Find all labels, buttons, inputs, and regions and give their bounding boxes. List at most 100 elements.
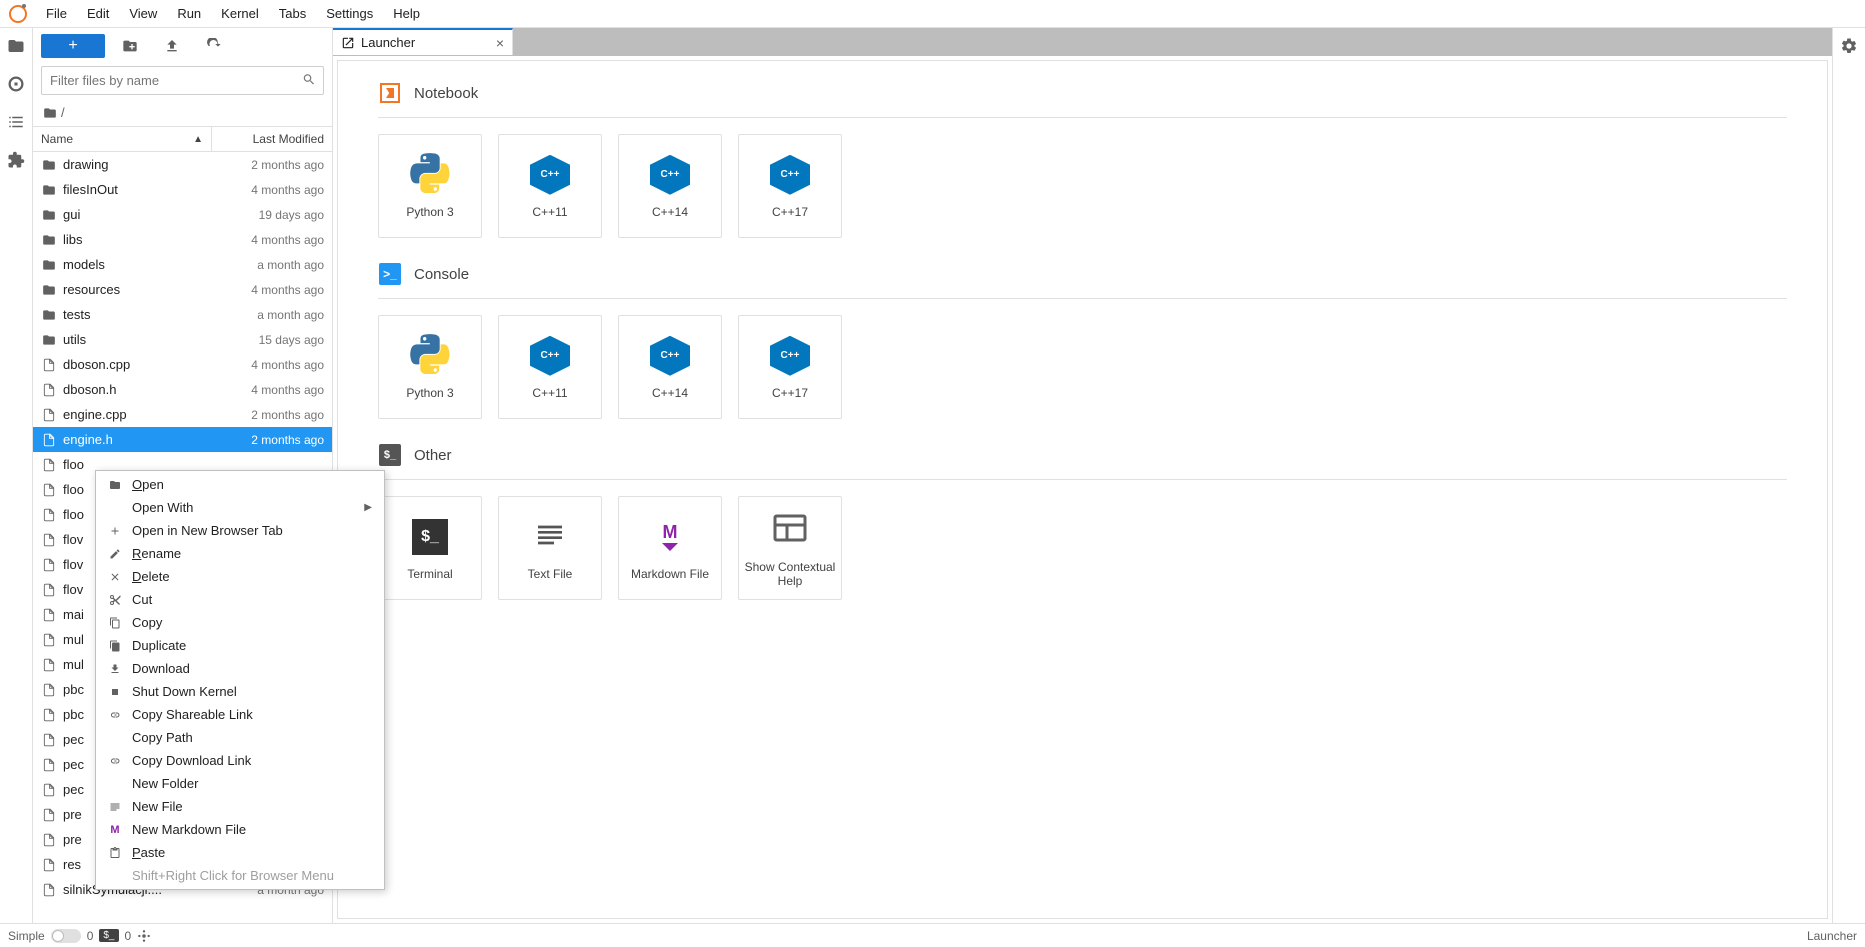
ctx-new-folder[interactable]: New Folder — [96, 772, 384, 795]
file-icon — [41, 782, 57, 798]
ctx-delete[interactable]: Delete — [96, 565, 384, 588]
file-row[interactable]: engine.cpp2 months ago — [33, 402, 332, 427]
launcher-card-python-3[interactable]: Python 3 — [378, 315, 482, 419]
kernel-icon[interactable] — [137, 929, 151, 943]
launcher-section-other: $_Other$_TerminalText FileMMarkdown File… — [378, 443, 1787, 600]
menu-settings[interactable]: Settings — [316, 2, 383, 25]
simple-label: Simple — [8, 929, 45, 943]
breadcrumb[interactable]: / — [33, 101, 332, 126]
menu-help[interactable]: Help — [383, 2, 430, 25]
launcher-card-python-3[interactable]: Python 3 — [378, 134, 482, 238]
folder-row[interactable]: modelsa month ago — [33, 252, 332, 277]
simple-toggle[interactable] — [51, 929, 81, 943]
ctx-duplicate[interactable]: Duplicate — [96, 634, 384, 657]
folder-row[interactable]: testsa month ago — [33, 302, 332, 327]
ctx-paste[interactable]: Paste — [96, 841, 384, 864]
new-folder-icon[interactable] — [121, 37, 139, 55]
running-icon[interactable] — [6, 74, 26, 94]
launcher-card-c-11[interactable]: C++C++11 — [498, 134, 602, 238]
new-launcher-button[interactable]: + — [41, 34, 105, 58]
ctx-label: Download — [132, 661, 190, 676]
ctx-copy-shareable-link[interactable]: Copy Shareable Link — [96, 703, 384, 726]
ctx-copy-path[interactable]: Copy Path — [96, 726, 384, 749]
menu-tabs[interactable]: Tabs — [269, 2, 316, 25]
ctx-new-markdown-file[interactable]: MNew Markdown File — [96, 818, 384, 841]
markdown-icon: M — [648, 515, 692, 559]
ctx-new-file[interactable]: New File — [96, 795, 384, 818]
launcher-card-show-contextual-help[interactable]: Show Contextual Help — [738, 496, 842, 600]
ctx-cut[interactable]: Cut — [96, 588, 384, 611]
folder-row[interactable]: filesInOut4 months ago — [33, 177, 332, 202]
launcher-card-c-17[interactable]: C++C++17 — [738, 315, 842, 419]
ctx-label: Open — [132, 477, 164, 492]
folder-icon[interactable] — [6, 36, 26, 56]
launcher-card-markdown-file[interactable]: M Markdown File — [618, 496, 722, 600]
card-label: Markdown File — [631, 567, 709, 581]
column-header-name[interactable]: Name▲ — [33, 127, 212, 151]
file-name: drawing — [63, 157, 224, 172]
terminal-count: 0 — [87, 929, 94, 943]
context-menu: Open Open With▶Open in New Browser TabRen… — [95, 470, 385, 890]
ctx-download[interactable]: Download — [96, 657, 384, 680]
ctx-copy[interactable]: Copy — [96, 611, 384, 634]
column-header-modified[interactable]: Last Modified — [212, 127, 332, 151]
upload-icon[interactable] — [163, 37, 181, 55]
file-name: gui — [63, 207, 224, 222]
file-row[interactable]: dboson.cpp4 months ago — [33, 352, 332, 377]
extensions-icon[interactable] — [6, 150, 26, 170]
toc-icon[interactable] — [6, 112, 26, 132]
ctx-label: Copy Download Link — [132, 753, 251, 768]
ctx-rename[interactable]: Rename — [96, 542, 384, 565]
file-modified: a month ago — [224, 258, 324, 272]
ctx-open-in-new-browser-tab[interactable]: Open in New Browser Tab — [96, 519, 384, 542]
file-icon — [41, 807, 57, 823]
ctx-label: Duplicate — [132, 638, 186, 653]
cpp-icon: C++ — [768, 334, 812, 378]
menu-run[interactable]: Run — [167, 2, 211, 25]
menu-view[interactable]: View — [119, 2, 167, 25]
launcher-card-terminal[interactable]: $_Terminal — [378, 496, 482, 600]
menu-edit[interactable]: Edit — [77, 2, 119, 25]
file-modified: 19 days ago — [224, 208, 324, 222]
file-icon — [41, 657, 57, 673]
tab-launcher[interactable]: Launcher × — [333, 28, 513, 55]
ctx-label: Shut Down Kernel — [132, 684, 237, 699]
launcher-card-c-17[interactable]: C++C++17 — [738, 134, 842, 238]
terminal-icon[interactable]: $_ — [99, 929, 118, 942]
jupyter-logo — [8, 4, 28, 24]
close-icon[interactable]: × — [496, 35, 504, 51]
ctx-copy-download-link[interactable]: Copy Download Link — [96, 749, 384, 772]
file-modified: 2 months ago — [224, 408, 324, 422]
file-row[interactable]: engine.h2 months ago — [33, 427, 332, 452]
menu-kernel[interactable]: Kernel — [211, 2, 269, 25]
launcher-card-c-14[interactable]: C++C++14 — [618, 315, 722, 419]
file-icon — [41, 882, 57, 898]
folder-icon — [41, 307, 57, 323]
launcher-card-c-11[interactable]: C++C++11 — [498, 315, 602, 419]
folder-row[interactable]: libs4 months ago — [33, 227, 332, 252]
tab-title: Launcher — [361, 35, 415, 50]
main-content: Launcher × NotebookPython 3C++C++11C++C+… — [333, 28, 1832, 923]
settings-icon[interactable] — [1839, 36, 1859, 56]
ctx-open-with[interactable]: Open With▶ — [96, 496, 384, 519]
file-icon — [41, 507, 57, 523]
refresh-icon[interactable] — [205, 37, 223, 55]
folder-row[interactable]: utils15 days ago — [33, 327, 332, 352]
filter-input[interactable] — [41, 66, 324, 95]
launcher-panel: NotebookPython 3C++C++11C++C++14C++C++17… — [337, 60, 1828, 919]
folder-row[interactable]: resources4 months ago — [33, 277, 332, 302]
file-row[interactable]: dboson.h4 months ago — [33, 377, 332, 402]
folder-row[interactable]: gui19 days ago — [33, 202, 332, 227]
menu-file[interactable]: File — [36, 2, 77, 25]
launcher-card-text-file[interactable]: Text File — [498, 496, 602, 600]
ctx-open[interactable]: Open — [96, 473, 384, 496]
launcher-card-c-14[interactable]: C++C++14 — [618, 134, 722, 238]
ctx-shut-down-kernel[interactable]: Shut Down Kernel — [96, 680, 384, 703]
file-name: models — [63, 257, 224, 272]
blank-icon — [108, 501, 122, 515]
section-title: Console — [414, 266, 469, 283]
paste-icon — [108, 846, 122, 860]
folder-icon — [41, 332, 57, 348]
folder-row[interactable]: drawing2 months ago — [33, 152, 332, 177]
launcher-tab-icon — [341, 36, 355, 50]
